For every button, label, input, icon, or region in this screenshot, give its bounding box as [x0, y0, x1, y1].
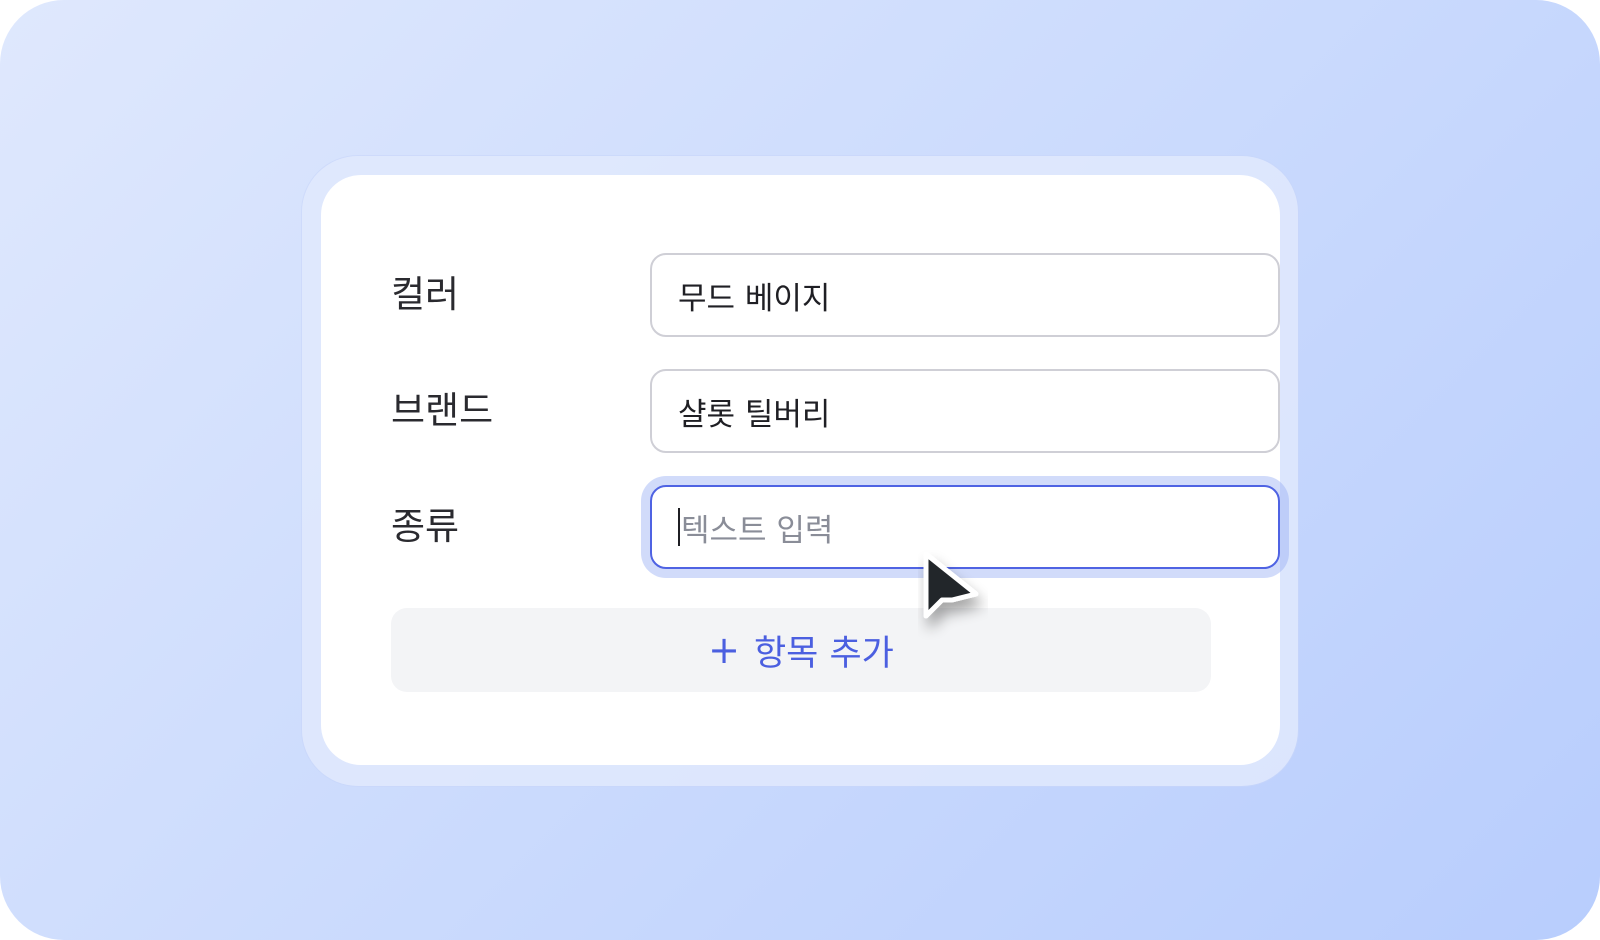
add-item-button[interactable]: + 항목 추가	[391, 608, 1211, 692]
color-input-value: 무드 베이지	[678, 280, 831, 317]
color-label: 컬러	[391, 273, 460, 316]
text-caret	[678, 508, 680, 546]
brand-input[interactable]: 샬롯 틸버리	[650, 369, 1280, 453]
mouse-pointer-icon	[923, 551, 979, 619]
type-label: 종류	[391, 505, 460, 548]
color-input[interactable]: 무드 베이지	[650, 253, 1280, 337]
brand-label: 브랜드	[391, 389, 494, 432]
form-card: 컬러 무드 베이지 브랜드 샬롯 틸버리 종류 텍스트 입력 + 항목 추가	[321, 175, 1280, 765]
plus-icon: +	[708, 628, 740, 672]
brand-input-value: 샬롯 틸버리	[678, 396, 831, 433]
type-input-placeholder: 텍스트 입력	[681, 512, 834, 549]
form-row-brand: 브랜드 샬롯 틸버리	[391, 369, 1280, 453]
form-row-type: 종류 텍스트 입력	[391, 485, 1280, 569]
add-item-label: 항목 추가	[753, 633, 894, 674]
background-canvas: 컬러 무드 베이지 브랜드 샬롯 틸버리 종류 텍스트 입력 + 항목 추가	[0, 0, 1600, 940]
form-row-color: 컬러 무드 베이지	[391, 253, 1280, 337]
